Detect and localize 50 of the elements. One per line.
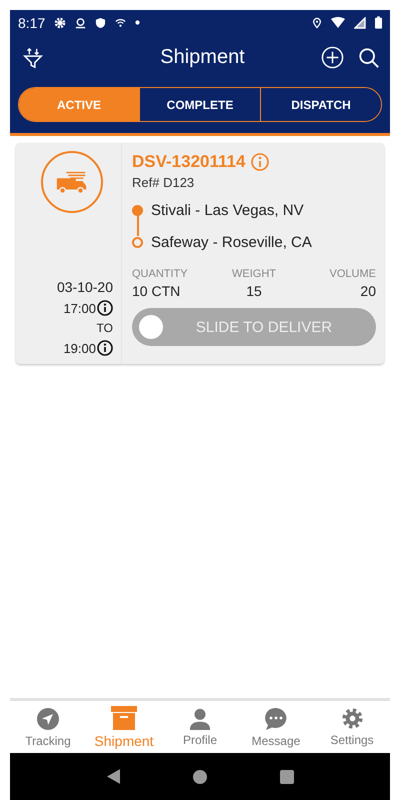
gear-icon xyxy=(54,16,66,28)
reference-number: Ref# D123 xyxy=(132,175,196,190)
time-window-start: 17:00 xyxy=(63,300,96,316)
stop-name: Safeway - Roseville, CA xyxy=(151,234,312,250)
metric-label: QUANTITY xyxy=(132,268,189,280)
search-icon[interactable] xyxy=(358,46,380,68)
nav-tab[interactable]: Profile xyxy=(162,701,238,753)
metric-value: 15 xyxy=(246,283,262,299)
dot-icon xyxy=(135,20,140,25)
nav-tab[interactable]: Tracking xyxy=(10,701,86,753)
filter-icon[interactable] xyxy=(22,46,44,68)
status-time: 8:17 xyxy=(18,14,46,30)
person-icon xyxy=(189,708,211,730)
metric-label: VOLUME xyxy=(330,268,376,280)
route-line xyxy=(136,215,138,236)
metric-label: WEIGHT xyxy=(232,268,276,280)
metric-value: 10 CTN xyxy=(132,283,182,299)
stop-name: Stivali - Las Vegas, NV xyxy=(151,202,304,218)
time-window-end: 19:00 xyxy=(63,340,96,356)
shield-icon xyxy=(95,16,106,28)
screen-title: Shipment xyxy=(159,46,246,69)
add-icon[interactable] xyxy=(321,46,344,69)
destination-marker xyxy=(132,236,143,248)
wifi-icon xyxy=(115,17,126,28)
nav-tab[interactable]: Shipment xyxy=(86,701,162,753)
slider-thumb[interactable] xyxy=(139,315,163,339)
location-icon xyxy=(75,16,86,28)
home-icon[interactable] xyxy=(192,770,206,784)
chat-bubble-icon xyxy=(264,706,288,730)
info-icon[interactable] xyxy=(97,340,113,356)
recents-icon[interactable] xyxy=(280,770,294,784)
nav-tab[interactable]: Message xyxy=(238,701,314,753)
pickup-date: 03-10-20 xyxy=(56,279,113,295)
wifi-signal-icon xyxy=(331,16,345,28)
box-icon xyxy=(111,706,137,730)
settings-icon xyxy=(340,707,364,730)
metric-value: 20 xyxy=(360,283,376,299)
location-pin-icon xyxy=(312,16,322,28)
shipment-id: DSV-13201114 xyxy=(132,152,246,172)
cell-signal-icon xyxy=(354,16,366,28)
time-separator: TO xyxy=(96,321,113,335)
segment-tab[interactable]: DISPATCH xyxy=(260,88,381,121)
origin-marker xyxy=(132,204,143,216)
back-icon[interactable] xyxy=(106,769,120,784)
battery-icon xyxy=(375,16,382,29)
truck-icon xyxy=(40,151,102,213)
segment-tab[interactable]: ACTIVE xyxy=(19,88,139,121)
shipment-card[interactable]: 03-10-20 17:00 TO 19:00 DSV-13201114 Ref# D123 Stivali - Las Vegas, NV Safeway - Roseville, CA QUANTITY 10 CTN WEIGHT 15 VOLUME 20 SLIDE TO DELIVER xyxy=(16,143,384,364)
info-icon[interactable] xyxy=(97,300,113,316)
nav-tab[interactable]: Settings xyxy=(314,701,390,753)
